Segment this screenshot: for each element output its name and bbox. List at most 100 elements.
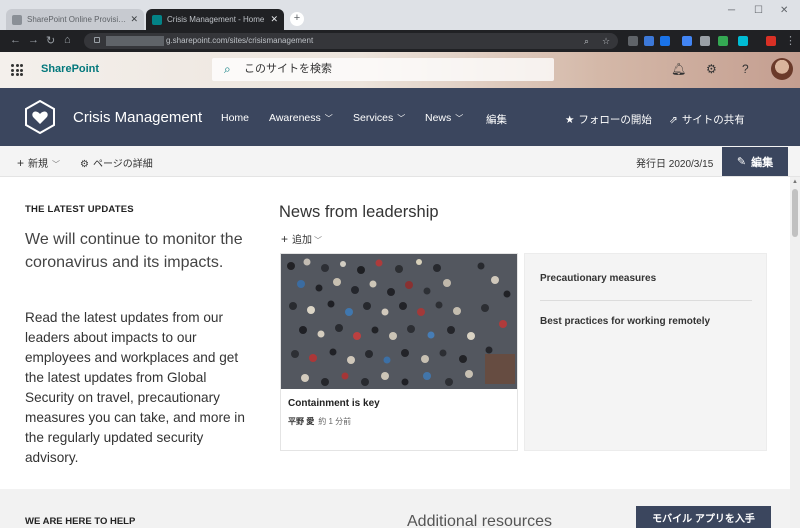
get-mobile-app-button[interactable]: モバイル アプリを入手 [636, 506, 771, 528]
maximize-icon[interactable]: ☐ [754, 5, 763, 16]
latest-updates-heading: THE LATEST UPDATES [25, 204, 134, 215]
nav-awareness[interactable]: Awareness ﹀ [269, 112, 333, 124]
add-label: 追加 [292, 235, 313, 246]
tab-title: Crisis Management - Home [167, 15, 265, 24]
nav-label: 編集 [486, 114, 507, 126]
browser-tabstrip: SharePoint Online Provisioning... ✕ Cris… [0, 0, 800, 30]
browser-menu-icon[interactable]: ⋮ [785, 34, 796, 47]
news-card-title[interactable]: Containment is key [288, 398, 380, 409]
latest-updates-lead: We will continue to monitor the coronavi… [25, 231, 243, 271]
reload-icon[interactable]: ↻ [46, 34, 55, 47]
tab-title: SharePoint Online Provisioning... [27, 15, 127, 24]
page-details-button[interactable]: ⚙ ページの詳細 [80, 155, 153, 170]
nav-label: Services [353, 112, 394, 124]
nav-edit[interactable]: 編集 [486, 112, 507, 127]
news-card-time: 約 1 分前 [318, 417, 352, 426]
share-site-button[interactable]: ⇗ サイトの共有 [669, 112, 745, 127]
browser-tab-provisioning[interactable]: SharePoint Online Provisioning... ✕ [6, 9, 144, 30]
divider [540, 300, 752, 301]
extension-icon[interactable] [628, 36, 638, 46]
extension-icon[interactable] [766, 36, 776, 46]
extension-icon[interactable] [700, 36, 710, 46]
extension-icon[interactable] [718, 36, 728, 46]
suite-bar: SharePoint ⌕ このサイトを検索 🔔︎ ⚙ ? [0, 52, 800, 88]
follow-button[interactable]: ★ フォローの開始 [565, 112, 652, 127]
avatar[interactable] [771, 58, 793, 80]
page-details-label: ページの詳細 [92, 159, 153, 170]
site-header: Crisis Management Home Awareness ﹀ Servic… [0, 88, 800, 146]
edit-page-button[interactable]: ✎ 編集 [722, 147, 788, 176]
add-news-button[interactable]: + 追加 ﹀ [281, 231, 322, 246]
scrollbar-thumb[interactable] [792, 189, 798, 237]
new-button[interactable]: + 新規 ﹀ [17, 155, 60, 170]
chevron-down-icon: ﹀ [52, 160, 61, 169]
new-tab-button[interactable]: + [290, 12, 304, 26]
nav-label: Home [221, 112, 250, 124]
help-icon[interactable]: ? [742, 62, 749, 76]
close-icon[interactable]: ✕ [130, 14, 138, 25]
search-placeholder: このサイトを検索 [244, 63, 332, 75]
nav-home[interactable]: Home [221, 112, 249, 124]
bookmark-star-icon[interactable]: ☆ [602, 33, 610, 49]
page-canvas: THE LATEST UPDATES We will continue to m… [0, 177, 790, 528]
news-card-author[interactable]: 平野 愛 [288, 417, 314, 426]
resources-heading: Additional resources [407, 513, 552, 528]
close-icon[interactable]: ✕ [270, 14, 278, 25]
address-bar[interactable]: g.sharepoint.com/sites/crisismanagement … [84, 33, 618, 49]
browser-toolbar: ← → ↻ ⌂ g.sharepoint.com/sites/crisisman… [0, 30, 800, 52]
forward-icon[interactable]: → [28, 34, 39, 46]
traffic-photo [281, 254, 517, 389]
heart-logo-icon[interactable] [24, 100, 56, 134]
plus-icon: + [17, 156, 25, 170]
zoom-icon[interactable]: ⌕ [584, 33, 589, 49]
command-bar: + 新規 ﹀ ⚙ ページの詳細 発行日 2020/3/15 [0, 146, 800, 177]
close-window-icon[interactable]: ✕ [780, 5, 788, 16]
app-launcher-icon[interactable] [11, 64, 23, 76]
site-title[interactable]: Crisis Management [73, 109, 202, 126]
news-list-item[interactable]: Best practices for working remotely [540, 316, 710, 327]
lock-icon [94, 37, 100, 43]
extension-icon[interactable] [660, 36, 670, 46]
sharepoint-brand[interactable]: SharePoint [41, 63, 99, 75]
share-label: サイトの共有 [681, 114, 745, 126]
back-icon[interactable]: ← [10, 34, 21, 46]
follow-label: フォローの開始 [578, 114, 652, 126]
extension-icon[interactable] [682, 36, 692, 46]
news-section-title: News from leadership [279, 203, 439, 221]
gear-icon[interactable]: ⚙ [706, 62, 717, 76]
news-card-image[interactable] [281, 254, 517, 389]
page-scrollbar[interactable]: ▲ [790, 177, 800, 528]
edit-label: 編集 [751, 156, 774, 169]
nav-label: Awareness [269, 112, 321, 124]
gear-icon: ⚙ [80, 159, 89, 170]
home-icon[interactable]: ⌂ [64, 34, 71, 46]
news-card[interactable]: Containment is key 平野 愛約 1 分前 [280, 253, 518, 451]
chevron-down-icon: ﹀ [314, 236, 323, 245]
bell-icon[interactable]: 🔔︎ [671, 62, 686, 76]
page-icon [12, 14, 22, 25]
nav-news[interactable]: News ﹀ [425, 112, 463, 124]
scroll-up-icon[interactable]: ▲ [792, 179, 798, 185]
chevron-down-icon: ﹀ [455, 114, 464, 123]
chevron-down-icon: ﹀ [397, 114, 406, 123]
plus-icon: + [281, 232, 289, 246]
minimize-icon[interactable]: ─ [728, 5, 735, 16]
nav-services[interactable]: Services ﹀ [353, 112, 405, 124]
extension-icon[interactable] [738, 36, 748, 46]
site-search-box[interactable]: ⌕ このサイトを検索 [212, 58, 554, 81]
browser-tab-crisis-management[interactable]: Crisis Management - Home ✕ [146, 9, 284, 30]
help-heading: WE ARE HERE TO HELP [25, 516, 136, 527]
share-icon: ⇗ [669, 114, 678, 126]
search-icon: ⌕ [224, 62, 231, 76]
star-icon: ★ [565, 114, 575, 126]
news-list-item[interactable]: Precautionary measures [540, 273, 656, 284]
news-list: Precautionary measures Best practices fo… [524, 253, 767, 451]
news-card-meta: 平野 愛約 1 分前 [288, 416, 351, 427]
new-label: 新規 [28, 159, 49, 170]
url-redaction [106, 35, 164, 46]
pencil-icon: ✎ [736, 156, 747, 168]
chevron-down-icon: ﹀ [324, 114, 333, 123]
extension-icon[interactable] [644, 36, 654, 46]
sharepoint-icon [152, 14, 162, 25]
published-date: 発行日 2020/3/15 [636, 159, 714, 170]
